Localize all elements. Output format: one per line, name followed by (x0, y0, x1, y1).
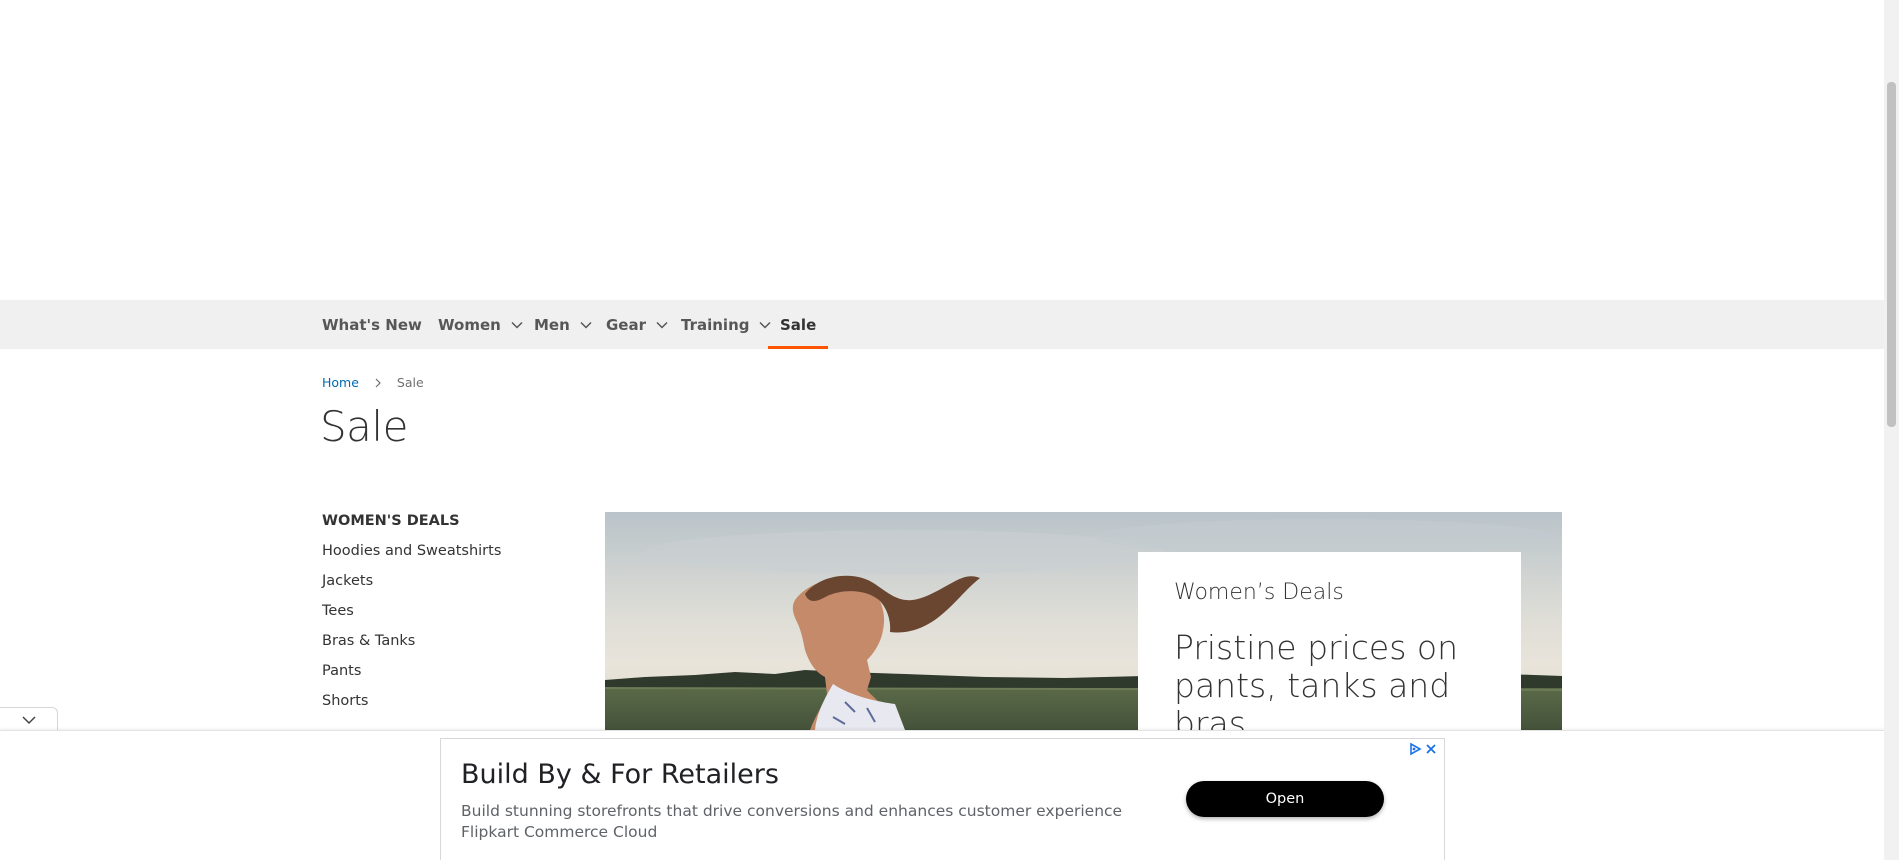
chevron-down-icon (580, 321, 592, 329)
nav-label: Sale (780, 315, 817, 334)
ad-collapse-toggle[interactable] (0, 707, 58, 732)
chevron-right-icon (375, 378, 381, 387)
promo-card: Women’s Deals Pristine prices on pants, … (1138, 552, 1521, 730)
ad-description: Build stunning storefronts that drive co… (461, 801, 1161, 843)
breadcrumb-current: Sale (396, 375, 424, 390)
nav-label: Men (534, 315, 570, 334)
nav-item-sale[interactable]: Sale (767, 300, 829, 349)
main-navigation: What's New Women Men Gear Training Sale (0, 300, 1884, 349)
chevron-down-icon (656, 321, 668, 329)
nav-item-women[interactable]: Women (438, 300, 524, 349)
sidebar-link-tees[interactable]: Tees (322, 600, 582, 630)
page-title: Sale (320, 402, 408, 451)
nav-item-men[interactable]: Men (534, 300, 593, 349)
nav-item-training[interactable]: Training (681, 300, 772, 349)
sidebar-link-jackets[interactable]: Jackets (322, 570, 582, 600)
chevron-down-icon (21, 716, 36, 725)
promo-eyebrow: Women’s Deals (1174, 580, 1344, 605)
nav-label: Women (438, 315, 501, 334)
ad-title[interactable]: Build By & For Retailers (461, 759, 779, 790)
close-icon[interactable] (1424, 742, 1438, 756)
sidebar-link-bras-tanks[interactable]: Bras & Tanks (322, 630, 582, 660)
chevron-down-icon (759, 321, 772, 329)
header-area (0, 0, 1884, 300)
page-scrollbar[interactable] (1884, 0, 1899, 860)
promo-headline: Pristine prices on pants, tanks and bras… (1174, 628, 1458, 731)
ad-footer-bar: Build By & For Retailers Build stunning … (0, 730, 1884, 860)
ad-choices-icon[interactable] (1408, 742, 1422, 756)
nav-item-gear[interactable]: Gear (606, 300, 669, 349)
scrollbar-thumb[interactable] (1887, 82, 1896, 427)
sidebar-categories: WOMEN'S DEALS Hoodies and Sweatshirts Ja… (322, 510, 582, 720)
nav-label: What's New (322, 315, 422, 334)
ad-advertiser: Flipkart Commerce Cloud (461, 823, 658, 841)
chevron-down-icon (511, 321, 523, 329)
breadcrumb: Home Sale (322, 375, 424, 390)
sidebar-link-shorts[interactable]: Shorts (322, 690, 582, 720)
nav-label: Training (681, 315, 750, 334)
breadcrumb-home-link[interactable]: Home (322, 375, 359, 390)
ad-description-text: Build stunning storefronts that drive co… (461, 802, 1123, 820)
sidebar-heading: WOMEN'S DEALS (322, 513, 460, 529)
promo-banner[interactable]: Women’s Deals Pristine prices on pants, … (605, 512, 1562, 730)
ad-open-button[interactable]: Open (1186, 781, 1384, 817)
nav-item-whats-new[interactable]: What's New (322, 300, 422, 349)
sidebar-link-pants[interactable]: Pants (322, 660, 582, 690)
ad-card[interactable]: Build By & For Retailers Build stunning … (440, 738, 1445, 860)
sidebar-link-hoodies[interactable]: Hoodies and Sweatshirts (322, 540, 582, 570)
nav-label: Gear (606, 315, 647, 334)
